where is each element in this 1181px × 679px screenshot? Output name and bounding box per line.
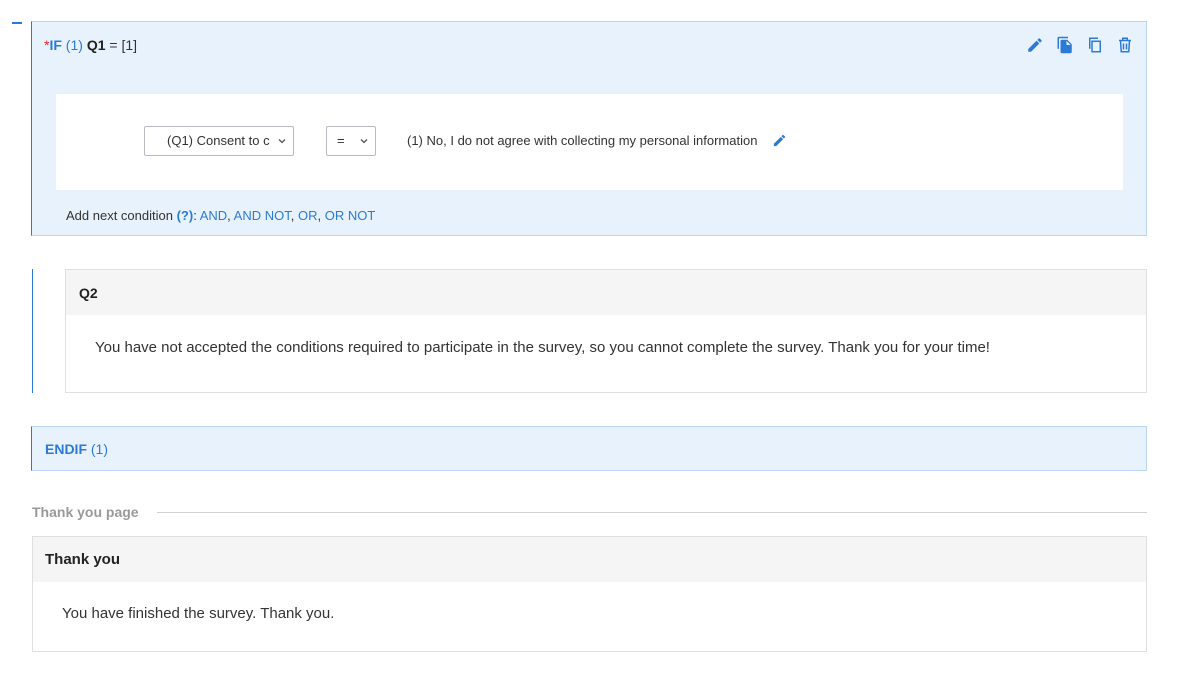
question-select[interactable]: (Q1) Consent to c [144,126,294,156]
thank-you-text: You have finished the survey. Thank you. [62,605,335,622]
section-label: Thank you page [32,504,139,520]
help-link[interactable]: (?) [177,208,194,223]
copy-icon[interactable] [1056,36,1074,54]
endif-block: ENDIF (1) [31,426,1147,471]
if-condition: = [1] [105,37,138,53]
block-toolbar [1026,36,1134,54]
endif-number: (1) [90,441,109,457]
if-block: *IF (1) Q1 = [1] (Q1) Consent to c = (1)… [31,21,1147,236]
endif-label: ENDIF (1) [45,441,108,457]
endif-keyword: ENDIF [45,441,87,457]
add-or-not-link[interactable]: OR NOT [325,208,376,223]
nesting-line [32,269,33,393]
condition-row: (Q1) Consent to c = (1) No, I do not agr… [56,94,1123,190]
add-next-label: Add next condition [66,208,177,223]
edit-condition-icon[interactable] [772,133,787,148]
add-or-link[interactable]: OR [298,208,318,223]
operator-select[interactable]: = [326,126,376,156]
if-header: *IF (1) Q1 = [1] [44,36,137,54]
duplicate-icon[interactable] [1086,36,1104,54]
add-next-condition: Add next condition (?): AND, AND NOT, OR… [66,208,376,223]
trash-icon[interactable] [1116,36,1134,54]
section-divider [157,512,1147,513]
operator-select-value: = [337,133,345,148]
question-title: Q2 [79,285,98,301]
chevron-down-icon [360,139,368,144]
condition-value: (1) No, I do not agree with collecting m… [407,133,758,148]
if-question: Q1 [86,37,106,53]
if-number: (1) [65,37,83,53]
thank-you-header: Thank you [33,537,1146,582]
edit-icon[interactable] [1026,36,1044,54]
question-select-value: (Q1) Consent to c [167,133,270,148]
add-and-not-link[interactable]: AND NOT [234,208,291,223]
if-keyword: IF [49,37,62,53]
question-card-q2[interactable]: Q2 You have not accepted the conditions … [65,269,1147,393]
thank-you-card[interactable]: Thank you You have finished the survey. … [32,536,1147,652]
collapse-toggle[interactable] [12,22,22,24]
thank-you-title: Thank you [45,551,121,568]
chevron-down-icon [278,139,286,144]
question-text: You have not accepted the conditions req… [95,339,990,356]
add-and-link[interactable]: AND [200,208,227,223]
question-header: Q2 [66,270,1146,315]
